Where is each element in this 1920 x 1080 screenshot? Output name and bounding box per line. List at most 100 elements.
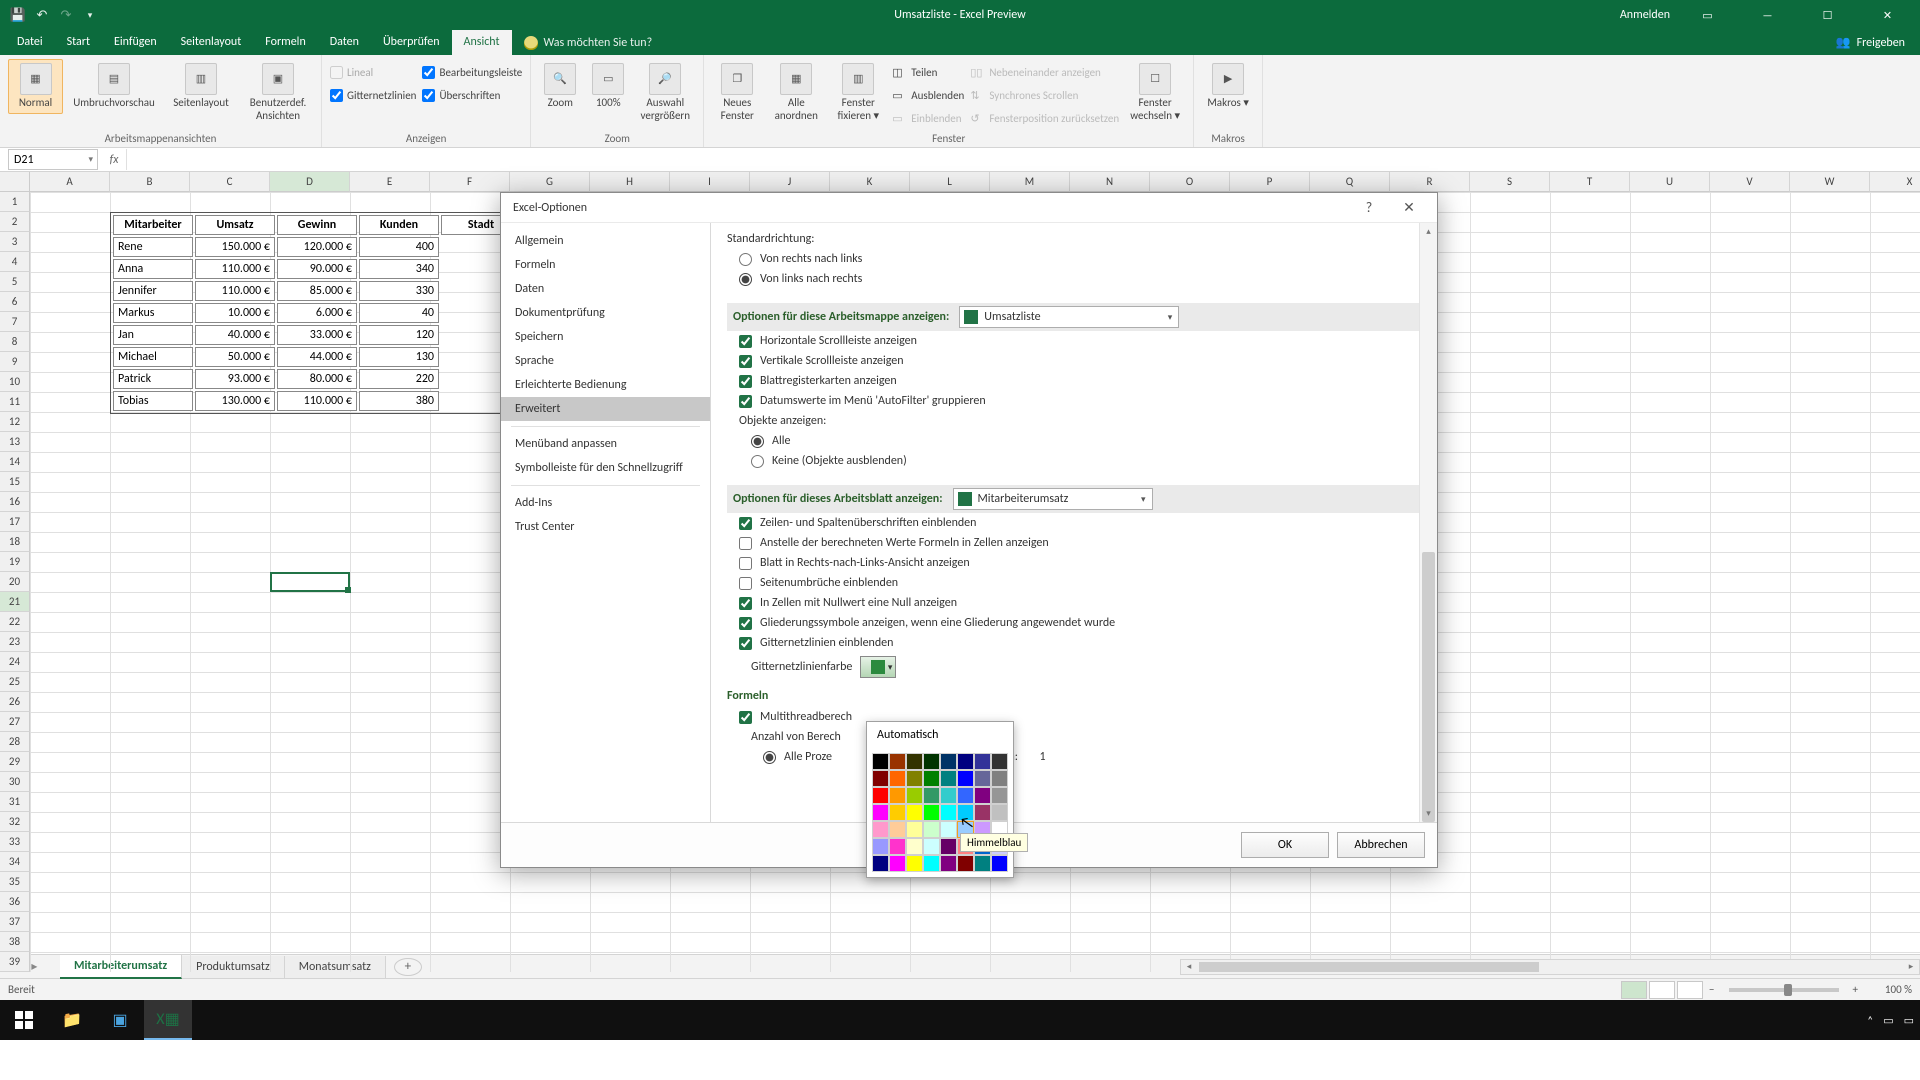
row-header-28[interactable]: 28 bbox=[0, 732, 30, 752]
col-header-G[interactable]: G bbox=[510, 172, 590, 192]
row-header-35[interactable]: 35 bbox=[0, 872, 30, 892]
col-header-T[interactable]: T bbox=[1550, 172, 1630, 192]
row-header-25[interactable]: 25 bbox=[0, 672, 30, 692]
color-swatch[interactable] bbox=[940, 804, 957, 821]
tab-daten[interactable]: Daten bbox=[318, 30, 371, 55]
color-swatch[interactable] bbox=[872, 770, 889, 787]
freeze-panes-button[interactable]: ▥Fenster fixieren ▾ bbox=[830, 59, 886, 122]
radio-all-processors[interactable] bbox=[763, 751, 776, 764]
chk-rowcol-headers[interactable] bbox=[739, 517, 752, 530]
color-swatch[interactable] bbox=[889, 753, 906, 770]
color-swatch[interactable] bbox=[957, 770, 974, 787]
dialog-nav-item[interactable]: Speichern bbox=[501, 325, 710, 349]
radio-obj-none[interactable] bbox=[751, 455, 764, 468]
color-swatch[interactable] bbox=[872, 821, 889, 838]
tray-lang-icon[interactable]: ▭ bbox=[1883, 1014, 1893, 1027]
color-swatch[interactable] bbox=[957, 804, 974, 821]
row-header-22[interactable]: 22 bbox=[0, 612, 30, 632]
color-swatch[interactable] bbox=[974, 804, 991, 821]
row-header-14[interactable]: 14 bbox=[0, 452, 30, 472]
hscroll-thumb[interactable] bbox=[1199, 962, 1539, 972]
row-header-32[interactable]: 32 bbox=[0, 812, 30, 832]
horizontal-scrollbar[interactable] bbox=[1180, 959, 1920, 975]
formula-input[interactable] bbox=[126, 149, 1920, 170]
chk-pagebreaks[interactable] bbox=[739, 577, 752, 590]
redo-icon[interactable]: ↷ bbox=[58, 7, 74, 23]
row-header-10[interactable]: 10 bbox=[0, 372, 30, 392]
col-header-N[interactable]: N bbox=[1070, 172, 1150, 192]
cancel-button[interactable]: Abbrechen bbox=[1337, 832, 1425, 858]
color-swatch[interactable] bbox=[923, 821, 940, 838]
color-swatch[interactable] bbox=[923, 770, 940, 787]
dialog-help-button[interactable]: ? bbox=[1349, 194, 1389, 222]
color-automatic[interactable]: Automatisch bbox=[867, 722, 1013, 748]
dialog-nav-item[interactable]: Sprache bbox=[501, 349, 710, 373]
color-swatch[interactable] bbox=[906, 821, 923, 838]
row-header-5[interactable]: 5 bbox=[0, 272, 30, 292]
color-swatch[interactable] bbox=[923, 787, 940, 804]
row-header-34[interactable]: 34 bbox=[0, 852, 30, 872]
color-swatch[interactable] bbox=[906, 753, 923, 770]
col-header-Q[interactable]: Q bbox=[1310, 172, 1390, 192]
arrange-all-button[interactable]: ▦Alle anordnen bbox=[768, 59, 824, 122]
zoom-in-button[interactable]: + bbox=[1853, 983, 1858, 996]
row-header-19[interactable]: 19 bbox=[0, 552, 30, 572]
col-header-M[interactable]: M bbox=[990, 172, 1070, 192]
chk-multithread[interactable] bbox=[739, 711, 752, 724]
chk-lineal[interactable]: Lineal bbox=[330, 61, 416, 83]
col-header-R[interactable]: R bbox=[1390, 172, 1470, 192]
color-swatch[interactable] bbox=[991, 753, 1008, 770]
color-swatch[interactable] bbox=[889, 855, 906, 872]
worksheet-select[interactable]: Mitarbeiterumsatz bbox=[953, 488, 1153, 510]
color-swatch[interactable] bbox=[889, 770, 906, 787]
tab-ueberpruefen[interactable]: Überprüfen bbox=[371, 30, 452, 55]
row-header-26[interactable]: 26 bbox=[0, 692, 30, 712]
row-header-17[interactable]: 17 bbox=[0, 512, 30, 532]
color-swatch[interactable] bbox=[940, 787, 957, 804]
color-swatch[interactable] bbox=[906, 770, 923, 787]
radio-rtl[interactable] bbox=[739, 253, 752, 266]
row-header-11[interactable]: 11 bbox=[0, 392, 30, 412]
row-header-33[interactable]: 33 bbox=[0, 832, 30, 852]
zoom-slider[interactable] bbox=[1729, 988, 1839, 992]
signin-link[interactable]: Anmelden bbox=[1620, 8, 1670, 22]
col-header-X[interactable]: X bbox=[1870, 172, 1920, 192]
color-swatch[interactable] bbox=[923, 804, 940, 821]
name-box[interactable]: D21 bbox=[8, 149, 98, 170]
dialog-nav-item[interactable]: Formeln bbox=[501, 253, 710, 277]
color-swatch[interactable] bbox=[957, 855, 974, 872]
radio-obj-all[interactable] bbox=[751, 435, 764, 448]
chk-ueberschriften[interactable]: Überschriften bbox=[422, 84, 522, 106]
ribbon-display-icon[interactable]: ▭ bbox=[1685, 0, 1730, 30]
color-swatch[interactable] bbox=[889, 804, 906, 821]
chk-outline-symbols[interactable] bbox=[739, 617, 752, 630]
col-header-V[interactable]: V bbox=[1710, 172, 1790, 192]
app-button-1[interactable]: ▣ bbox=[96, 1000, 144, 1040]
color-swatch[interactable] bbox=[991, 855, 1008, 872]
col-header-C[interactable]: C bbox=[190, 172, 270, 192]
color-swatch[interactable] bbox=[872, 787, 889, 804]
color-swatch[interactable] bbox=[974, 787, 991, 804]
color-swatch[interactable] bbox=[872, 855, 889, 872]
color-swatch[interactable] bbox=[940, 838, 957, 855]
color-swatch[interactable] bbox=[906, 787, 923, 804]
row-header-15[interactable]: 15 bbox=[0, 472, 30, 492]
chk-zero-values[interactable] bbox=[739, 597, 752, 610]
row-header-13[interactable]: 13 bbox=[0, 432, 30, 452]
undo-icon[interactable]: ↶ bbox=[34, 7, 50, 23]
color-swatch[interactable] bbox=[889, 821, 906, 838]
split-button[interactable]: ◫Teilen bbox=[892, 61, 964, 83]
row-header-1[interactable]: 1 bbox=[0, 192, 30, 212]
col-header-K[interactable]: K bbox=[830, 172, 910, 192]
view-pagelayout-button[interactable]: ▥Seitenlayout bbox=[165, 59, 237, 110]
chk-hscroll[interactable] bbox=[739, 335, 752, 348]
color-swatch[interactable] bbox=[923, 855, 940, 872]
dialog-nav-item[interactable]: Erweitert bbox=[501, 397, 710, 421]
row-header-16[interactable]: 16 bbox=[0, 492, 30, 512]
color-swatch[interactable] bbox=[957, 787, 974, 804]
dialog-scrollbar[interactable]: ▴ ▾ bbox=[1419, 223, 1437, 822]
dialog-nav-item[interactable]: Add-Ins bbox=[501, 491, 710, 515]
tell-me[interactable]: Was möchten Sie tun? bbox=[512, 31, 665, 55]
view-normal-button[interactable]: ▦Normal bbox=[8, 59, 63, 114]
chk-bearbeitungsleiste[interactable]: Bearbeitungsleiste bbox=[422, 61, 522, 83]
